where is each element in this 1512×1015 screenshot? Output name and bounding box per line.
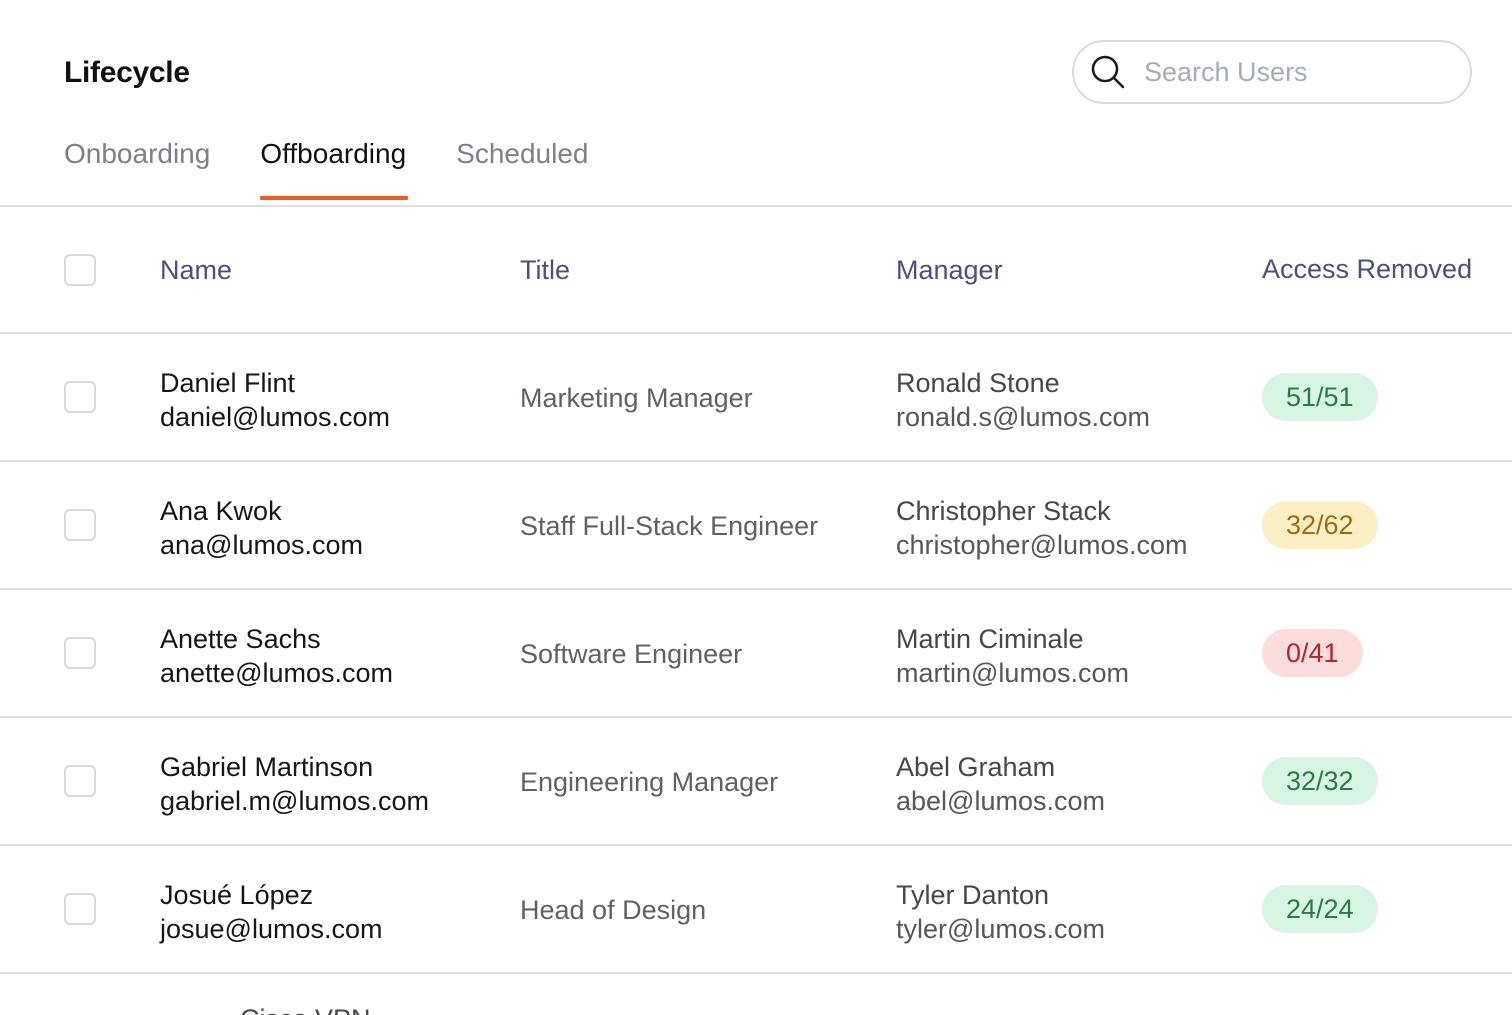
column-header-manager[interactable]: Manager: [896, 255, 1003, 286]
column-header-access-removed[interactable]: Access Removed: [1262, 254, 1472, 285]
user-email: josue@lumos.com: [160, 914, 383, 944]
user-title: Staff Full-Stack Engineer: [520, 511, 819, 541]
user-title: Marketing Manager: [520, 383, 753, 413]
user-email: gabriel.m@lumos.com: [160, 786, 429, 816]
user-title: Head of Design: [520, 895, 707, 925]
user-name: Josué López: [160, 880, 314, 910]
manager-name: Martin Ciminale: [896, 624, 1084, 654]
row-checkbox[interactable]: [64, 381, 96, 413]
table-row[interactable]: Daniel Flint daniel@lumos.com Marketing …: [0, 334, 1512, 462]
user-title: Software Engineer: [520, 639, 743, 669]
manager-cell: Christopher Stack christopher@lumos.com: [896, 494, 1188, 562]
column-header-title[interactable]: Title: [520, 255, 570, 286]
user-cell: Josué López josue@lumos.com: [160, 878, 383, 946]
user-name: Anette Sachs: [160, 624, 321, 654]
column-header-name[interactable]: Name: [160, 255, 232, 286]
manager-cell: Tyler Danton tyler@lumos.com: [896, 878, 1105, 946]
access-removed-badge: 32/32: [1262, 757, 1378, 805]
manager-email: christopher@lumos.com: [896, 530, 1188, 560]
user-cell: Daniel Flint daniel@lumos.com: [160, 366, 390, 434]
manager-cell: Ronald Stone ronald.s@lumos.com: [896, 366, 1150, 434]
access-removed-badge: 32/62: [1262, 501, 1378, 549]
user-cell: Gabriel Martinson gabriel.m@lumos.com: [160, 750, 429, 818]
table-row[interactable]: Anette Sachs anette@lumos.com Software E…: [0, 590, 1512, 718]
manager-cell: Martin Ciminale martin@lumos.com: [896, 622, 1129, 690]
table-row[interactable]: Josué López josue@lumos.com Head of Desi…: [0, 846, 1512, 974]
manager-name: Ronald Stone: [896, 368, 1060, 398]
manager-email: ronald.s@lumos.com: [896, 402, 1150, 432]
user-name: Ana Kwok: [160, 496, 282, 526]
access-removed-badge: 51/51: [1262, 373, 1378, 421]
search-input[interactable]: [1144, 56, 1444, 88]
row-checkbox[interactable]: [64, 637, 96, 669]
table-header: Name Title Manager Access Removed: [0, 207, 1512, 334]
user-name: Gabriel Martinson: [160, 752, 374, 782]
select-all-checkbox[interactable]: [64, 254, 96, 286]
manager-email: abel@lumos.com: [896, 786, 1105, 816]
table-row[interactable]: Ana Kwok ana@lumos.com Staff Full-Stack …: [0, 462, 1512, 590]
tab-onboarding[interactable]: Onboarding: [64, 138, 210, 200]
row-checkbox[interactable]: [64, 893, 96, 925]
tab-scheduled[interactable]: Scheduled: [456, 138, 588, 200]
table-row[interactable]: Gabriel Martinson gabriel.m@lumos.com En…: [0, 718, 1512, 846]
user-cell: Ana Kwok ana@lumos.com: [160, 494, 363, 562]
partially-visible-row-text: Cisco VPN: [240, 1004, 371, 1015]
tab-offboarding[interactable]: Offboarding: [260, 138, 408, 200]
search-icon: [1090, 54, 1126, 90]
user-email: daniel@lumos.com: [160, 402, 391, 432]
manager-name: Christopher Stack: [896, 496, 1111, 526]
search-box[interactable]: [1072, 40, 1472, 104]
user-email: ana@lumos.com: [160, 530, 363, 560]
access-removed-badge: 24/24: [1262, 885, 1378, 933]
access-removed-badge: 0/41: [1262, 629, 1363, 677]
manager-name: Tyler Danton: [896, 880, 1050, 910]
manager-email: tyler@lumos.com: [896, 914, 1105, 944]
row-checkbox[interactable]: [64, 509, 96, 541]
user-title: Engineering Manager: [520, 767, 779, 797]
user-name: Daniel Flint: [160, 368, 296, 398]
page-title: Lifecycle: [64, 56, 190, 89]
user-email: anette@lumos.com: [160, 658, 394, 688]
manager-cell: Abel Graham abel@lumos.com: [896, 750, 1105, 818]
manager-name: Abel Graham: [896, 752, 1056, 782]
manager-email: martin@lumos.com: [896, 658, 1129, 688]
user-cell: Anette Sachs anette@lumos.com: [160, 622, 393, 690]
tab-bar: Onboarding Offboarding Scheduled: [64, 138, 589, 200]
row-checkbox[interactable]: [64, 765, 96, 797]
